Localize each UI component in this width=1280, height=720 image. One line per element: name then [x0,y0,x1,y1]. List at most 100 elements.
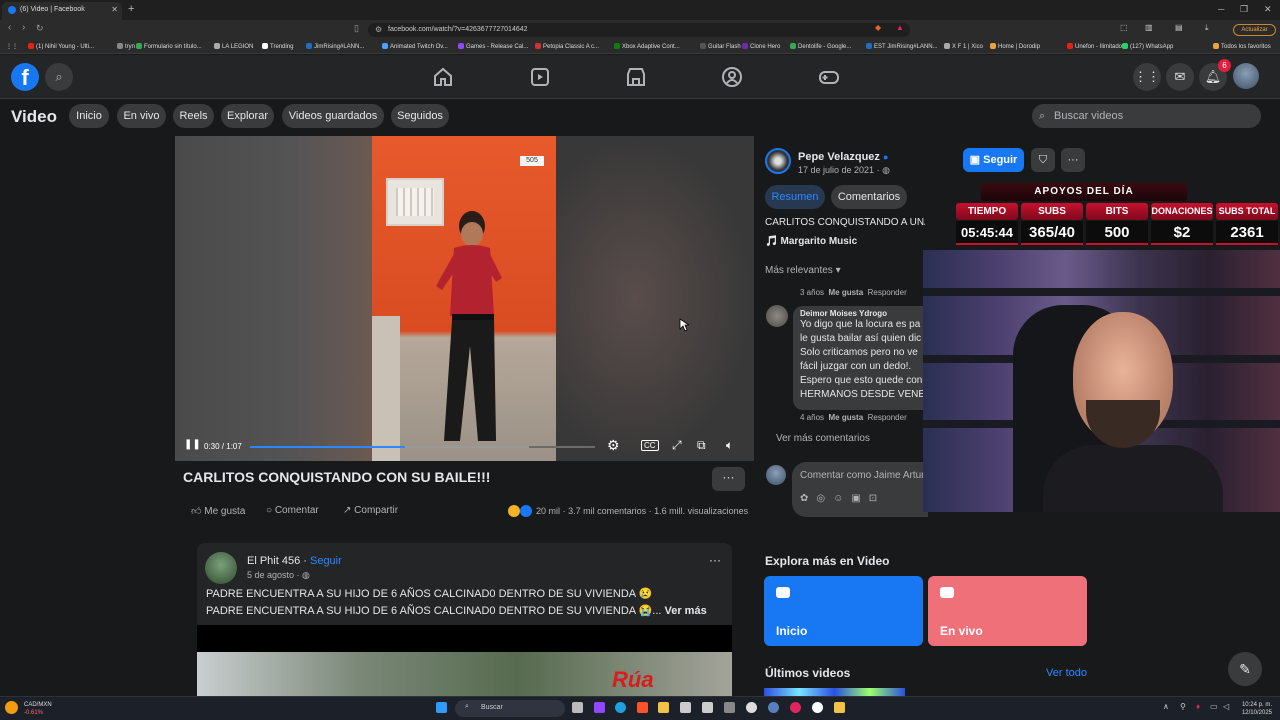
bookmark-item[interactable]: Clone Hero [742,43,780,50]
comment-reply-button[interactable]: Responder [868,288,907,297]
post-author-avatar[interactable] [205,552,237,584]
maximize-icon[interactable]: ❐ [1240,4,1248,15]
bookmark-page-icon[interactable]: ▯ [354,23,359,34]
post-video[interactable]: Rúa [197,625,732,696]
comment-like-button[interactable]: Me gusta [828,413,863,422]
profile-avatar[interactable] [1233,63,1259,89]
bookmark-item[interactable]: EST JimRising#LANN... [866,43,938,50]
media-player-icon[interactable] [746,702,757,713]
author-name[interactable]: Pepe Velazquez [798,151,880,163]
marketplace-icon[interactable] [624,65,648,89]
nav-pill-explorar[interactable]: Explorar [221,104,274,128]
explore-card-inicio[interactable]: Inicio [764,576,923,646]
tray-chevron-icon[interactable]: ∧ [1163,702,1169,711]
facebook-logo[interactable]: f [11,63,39,91]
bookmark-item[interactable]: Guitar Flash [700,43,741,50]
save-video-icon[interactable]: ⛉ [1031,148,1055,172]
bookmark-item[interactable]: Trending [262,43,293,50]
taskbar-search[interactable]: ⌕ Buscar [455,700,565,717]
update-button[interactable]: Actualizar [1233,24,1276,36]
obs-icon[interactable] [768,702,779,713]
author-name-row[interactable]: Pepe Velazquez ● [798,151,888,163]
like-button[interactable]: 👍︎ Me gusta [191,505,245,517]
see-all-link[interactable]: Ver todo [1046,667,1087,679]
bookmark-item[interactable]: Home | Dorodip [990,43,1040,50]
windows-start-icon[interactable] [436,702,447,713]
apps-icon[interactable]: ⋮⋮ [6,43,18,50]
brave-shield-icon[interactable]: ◆ [875,23,881,32]
brave-rewards-icon[interactable]: ▲ [896,23,904,32]
site-info-icon[interactable]: ⚙ [375,25,382,34]
browser-tab[interactable]: (6) Video | Facebook ✕ [2,2,122,20]
more-comments-link[interactable]: Ver más comentarios [776,433,870,444]
nav-pill-reels[interactable]: Reels [173,104,214,128]
latest-video-thumbnail[interactable] [764,688,905,696]
bookmark-item[interactable]: JimRising#LANN... [306,43,364,50]
music-credit[interactable]: 🎵︎ Margarito Music [765,236,857,247]
comment-time[interactable]: 4 años [800,413,824,422]
bookmark-item[interactable]: (127) WhatsApp [1122,43,1173,50]
fullscreen-icon[interactable]: ⤢ [672,438,682,453]
settings-gear-icon[interactable]: ⚙ [607,437,620,454]
app-icon[interactable] [790,702,801,713]
post-date[interactable]: 5 de agosto [247,570,294,580]
post-date[interactable]: 17 de julio de 2021 [798,165,874,175]
app-icon[interactable] [812,702,823,713]
compose-edit-icon[interactable]: ✎ [1228,652,1262,686]
tray-icon[interactable]: ♦ [1196,702,1200,711]
post-author[interactable]: El Phit 456 [247,555,300,567]
bookmark-item[interactable]: Xbox Adaptive Cont... [614,43,680,50]
more-icon[interactable]: ··· [1061,148,1085,172]
nav-pill-videos-guardados[interactable]: Videos guardados [282,104,384,128]
app-icon[interactable] [680,702,691,713]
bookmark-item[interactable]: Dentolife - Google... [790,43,851,50]
new-tab-icon[interactable]: + [128,3,134,15]
nav-pill-inicio[interactable]: Inicio [69,104,109,128]
author-avatar[interactable] [765,148,791,174]
app-icon[interactable] [834,702,845,713]
video-search-input[interactable]: ⌕ Buscar videos [1032,104,1261,128]
pause-icon[interactable]: ❚❚ [184,439,201,450]
close-window-icon[interactable]: ✕ [1264,4,1272,15]
forward-icon[interactable]: › [22,22,25,33]
download-icon[interactable]: ⤓ [1205,23,1209,33]
menu-grid-icon[interactable]: ⋮⋮ [1133,63,1161,91]
home-icon[interactable] [431,65,455,89]
bookmark-item[interactable]: LA LEGION [214,43,253,50]
app-icon[interactable] [724,702,735,713]
twitch-icon[interactable] [594,702,605,713]
tray-icon[interactable]: ⚲ [1180,702,1186,711]
bookmark-item[interactable]: tryn [117,43,135,50]
edge-icon[interactable] [615,702,626,713]
progress-bar[interactable] [250,446,595,448]
sticker-icon[interactable]: ⊡ [869,493,885,504]
camera-icon[interactable]: ◎ [816,493,833,504]
comment-button[interactable]: ○ Comentar [266,505,319,516]
follow-button[interactable]: ▣ Seguir [963,148,1024,172]
messenger-icon[interactable]: ✉ [1166,63,1194,91]
nav-pill-seguidos[interactable]: Seguidos [391,104,449,128]
bookmark-item[interactable]: Formulario sin título... [136,43,202,50]
comments-count[interactable]: 3.7 mil comentarios [568,506,646,516]
gif-icon[interactable]: ▣ [851,493,868,504]
emoji-icon[interactable]: ☺ [833,493,851,504]
avatar-sticker-icon[interactable]: ✿ [800,493,816,504]
close-tab-icon[interactable]: ✕ [111,5,118,14]
brave-icon[interactable] [637,702,648,713]
commenter-avatar[interactable] [766,305,788,327]
comment-time[interactable]: 3 años [800,288,824,297]
search-icon[interactable]: ⌕ [45,63,73,91]
wallet-icon[interactable]: ▤ [1175,23,1183,32]
volume-icon[interactable]: ◁ [1223,702,1229,711]
gaming-icon[interactable] [817,65,841,89]
sort-dropdown[interactable]: Más relevantes ▾ [765,265,841,276]
bookmark-item[interactable]: Games - Release Cal... [458,43,528,50]
tab-comentarios[interactable]: Comentarios [831,185,907,209]
reload-icon[interactable]: ↻ [36,23,44,34]
captions-icon[interactable]: CC [641,440,659,451]
post-follow-link[interactable]: Seguir [310,555,342,567]
groups-icon[interactable] [720,65,744,89]
post-more-icon[interactable]: ··· [709,553,721,567]
bookmark-item[interactable]: Unefon - Ilimitado [1067,43,1122,50]
reaction-summary[interactable]: 20 mil · 3.7 mil comentarios · 1.6 mill.… [508,505,748,517]
